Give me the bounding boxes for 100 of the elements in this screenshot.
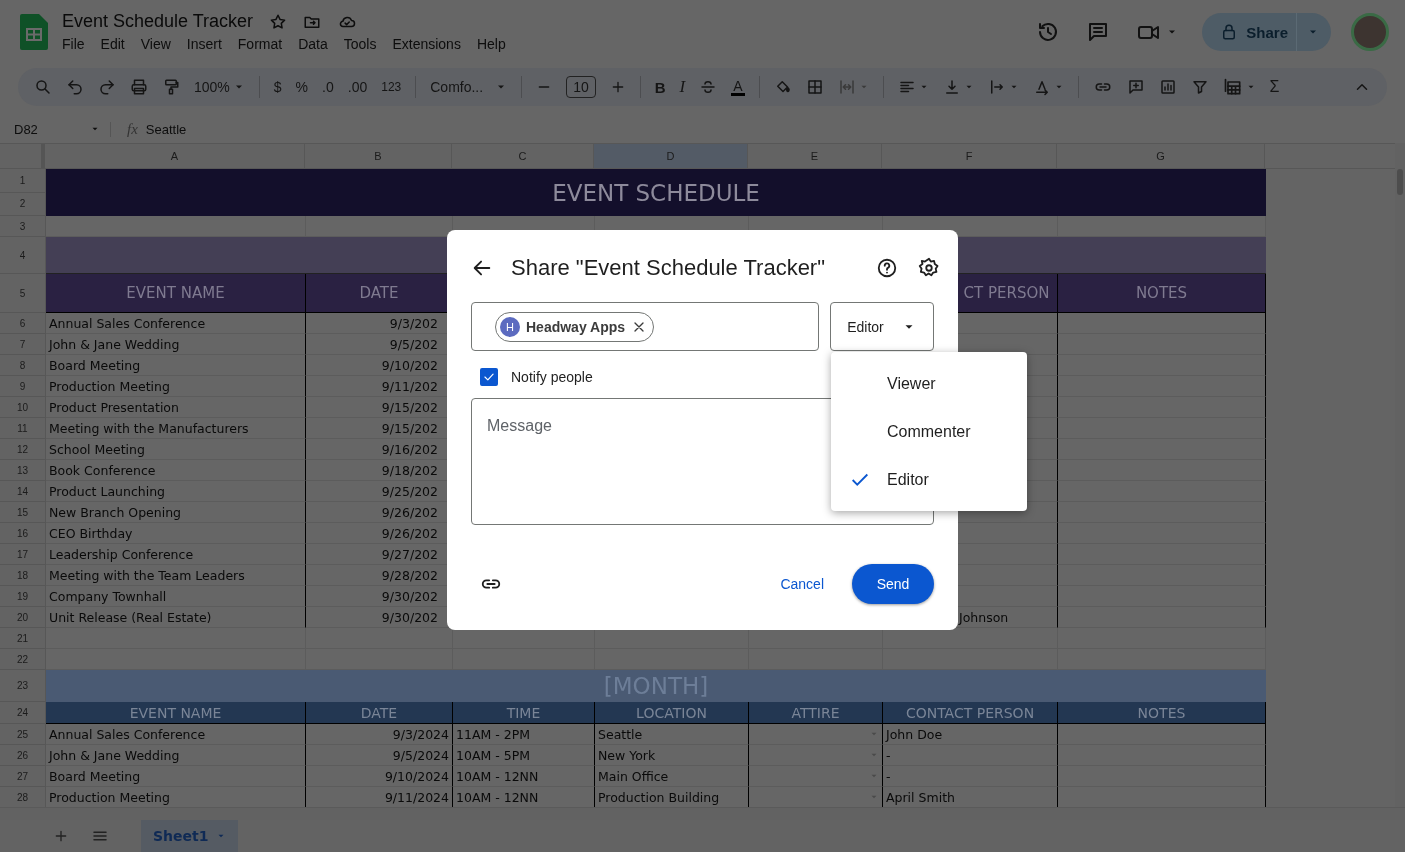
table-cell: Board Meeting (46, 355, 306, 376)
font-select[interactable]: Comfo... (430, 79, 508, 95)
table-cell: Seattle (595, 724, 749, 745)
table-cell: Book Conference (46, 460, 306, 481)
role-dropdown[interactable]: Editor (830, 302, 934, 351)
column-heading: ATTIRE (749, 702, 883, 724)
recipient-field[interactable]: H Headway Apps (471, 302, 820, 351)
table-cell: Annual Sales Conference (46, 724, 306, 745)
table-cell: 9/5/2024 (306, 745, 453, 766)
menu-item[interactable]: Data (290, 35, 336, 53)
menu-item[interactable]: Extensions (384, 35, 469, 53)
table-cell: Product Launching (46, 481, 306, 502)
sheets-logo-icon[interactable] (20, 14, 48, 50)
table-cell: Board Meeting (46, 766, 306, 787)
cancel-button[interactable]: Cancel (768, 566, 836, 602)
send-button[interactable]: Send (852, 564, 934, 604)
merge-cells-icon[interactable] (837, 78, 856, 96)
table-cell: School Meeting (46, 439, 306, 460)
column-header[interactable]: D (594, 144, 748, 168)
table-cell: 9/3/2024 (306, 724, 453, 745)
column-header[interactable]: B (305, 144, 452, 168)
star-icon[interactable] (269, 12, 288, 31)
dropdown-cell[interactable] (749, 745, 883, 766)
font-size-field[interactable]: 10 (566, 76, 596, 98)
table-cell: - (883, 745, 1058, 766)
sum-button[interactable]: Σ (1269, 78, 1280, 96)
menu-item[interactable]: Help (468, 35, 514, 53)
add-comment-icon[interactable] (1126, 78, 1145, 96)
search-icon[interactable] (34, 78, 52, 96)
column-heading: EVENT NAME (46, 274, 306, 313)
table-cell: Production Meeting (46, 376, 306, 397)
decrease-decimal-button[interactable]: .0 (322, 79, 334, 95)
column-header[interactable]: E (748, 144, 882, 168)
document-title[interactable]: Event Schedule Tracker (62, 11, 254, 32)
column-heading: EVENT NAME (46, 702, 306, 724)
sheet-tab[interactable]: Sheet1 (141, 820, 239, 852)
formula-field[interactable]: Seattle (145, 121, 187, 137)
table-cell: CEO Birthday (46, 523, 306, 544)
table-icon[interactable] (1222, 77, 1243, 97)
table-cell: 10AM - 5PM (453, 745, 595, 766)
table-cell: Meeting with the Manufacturers (46, 418, 306, 439)
vertical-scrollbar[interactable] (1395, 143, 1405, 807)
table-cell: Unit Release (Real Estate) (46, 607, 306, 628)
number-format-button[interactable]: 123 (381, 80, 402, 94)
title-banner: EVENT SCHEDULE (46, 169, 1266, 216)
table-cell: Meeting with the Team Leaders (46, 565, 306, 586)
table-cell: 10AM - 12NN (453, 766, 595, 787)
table-cell: 11AM - 2PM (453, 724, 595, 745)
table-cell: - (883, 766, 1058, 787)
add-sheet-icon[interactable] (53, 828, 69, 844)
column-heading: NOTES (1058, 702, 1266, 724)
column-heading: CONTACT PERSON (883, 702, 1058, 724)
initial-avatar: H (500, 316, 520, 337)
table-cell: New York (595, 745, 749, 766)
bold-button[interactable]: B (654, 78, 666, 96)
menu-item[interactable]: Insert (178, 35, 230, 53)
menu-item[interactable]: File (54, 35, 93, 53)
row-number[interactable]: 1 (0, 169, 45, 193)
percent-format-button[interactable]: % (295, 79, 309, 95)
paint-format-icon[interactable] (162, 78, 180, 96)
notify-checkbox[interactable] (480, 368, 498, 386)
zoom-select[interactable]: 100% (194, 79, 245, 95)
column-header[interactable]: A (45, 144, 305, 168)
menu-item[interactable]: Edit (92, 35, 133, 53)
dropdown-cell[interactable] (749, 724, 883, 745)
italic-button[interactable]: I (679, 77, 686, 97)
table-cell: Leadership Conference (46, 544, 306, 565)
currency-format-button[interactable]: $ (273, 79, 282, 95)
settings-icon[interactable] (918, 257, 940, 279)
table-cell: Main Office (595, 766, 749, 787)
borders-icon[interactable] (805, 78, 824, 96)
horizontal-scrollbar[interactable] (0, 807, 1405, 821)
menu-item[interactable]: Tools (335, 35, 385, 53)
column-heading: DATE (306, 702, 453, 724)
table-cell: John Doe (883, 724, 1058, 745)
checkbox-label: Notify people (511, 369, 593, 385)
dialog-title: Share "Event Schedule Tracker" (511, 255, 826, 281)
table-cell: Product Presentation (46, 397, 306, 418)
strikethrough-icon[interactable] (699, 78, 718, 96)
column-header[interactable]: F (882, 144, 1057, 168)
share-button[interactable]: Share (1202, 13, 1331, 51)
dropdown-cell[interactable] (749, 766, 883, 787)
redo-icon[interactable] (98, 78, 116, 96)
table-cell: John & Jane Wedding (46, 334, 306, 355)
menu-item[interactable]: Format (229, 35, 291, 53)
column-heading: LOCATION (595, 702, 749, 724)
menu-item[interactable]: View (132, 35, 179, 53)
undo-icon[interactable] (66, 78, 84, 96)
increase-decimal-button[interactable]: .00 (347, 79, 368, 95)
text-color-button[interactable]: A (731, 78, 745, 96)
name-box[interactable]: D82 (0, 121, 111, 137)
profile-avatar[interactable] (1351, 13, 1389, 51)
table-cell: 9/10/2024 (306, 766, 453, 787)
print-icon[interactable] (130, 78, 148, 96)
help-icon[interactable] (876, 257, 898, 279)
chart-icon[interactable] (1158, 78, 1177, 96)
column-heading: NOTES (1058, 274, 1266, 313)
table-cell: John & Jane Wedding (46, 745, 306, 766)
table-cell: New Branch Opening (46, 502, 306, 523)
filter-icon[interactable] (1190, 78, 1209, 96)
